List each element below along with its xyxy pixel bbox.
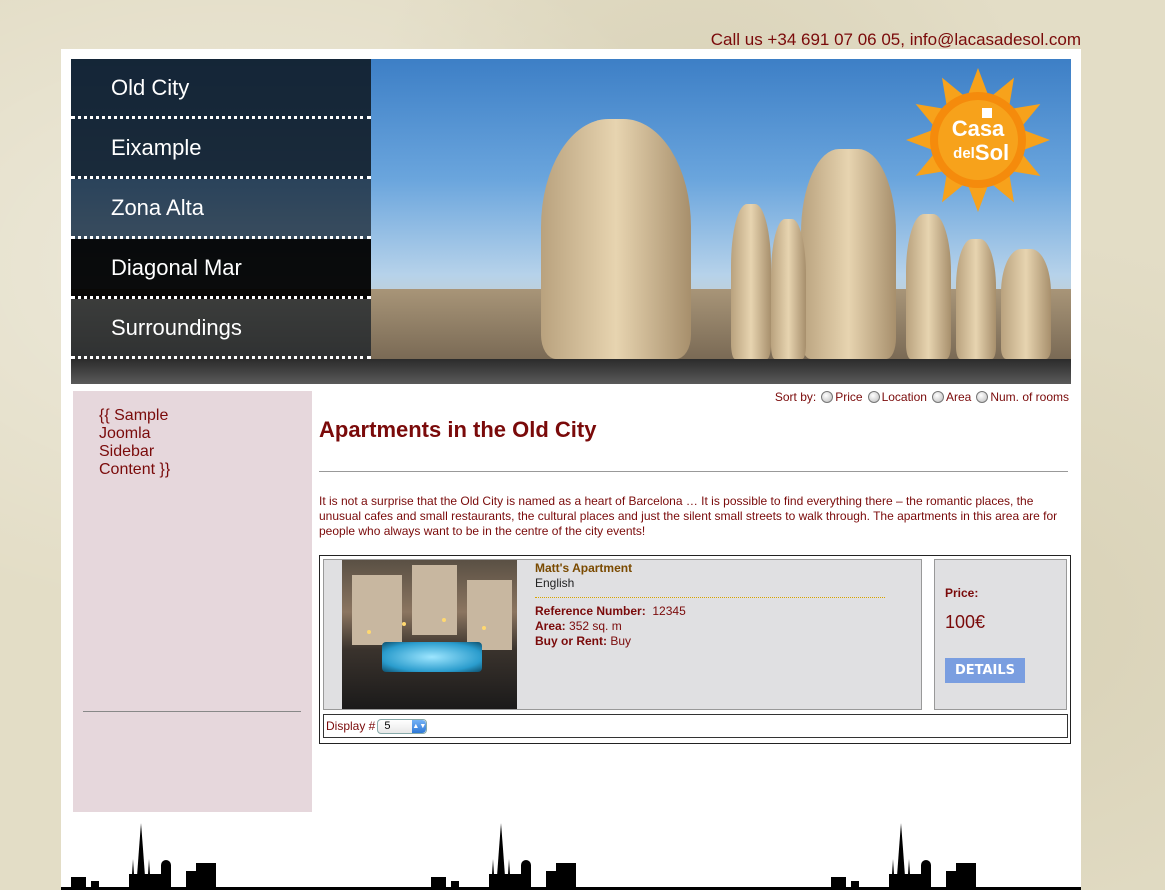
menu-item-zona-alta[interactable]: Zona Alta xyxy=(71,179,371,239)
barcelona-skyline-silhouette xyxy=(61,823,1081,890)
header-divider-bar xyxy=(71,359,1071,384)
sort-area-radio[interactable] xyxy=(931,391,944,403)
sort-rooms-radio[interactable] xyxy=(976,391,989,403)
sort-price-radio[interactable] xyxy=(821,391,834,403)
price-value: 100€ xyxy=(945,612,986,632)
price-panel: Price: 100€ DETAILS xyxy=(934,559,1067,710)
price-label: Price: xyxy=(945,586,979,600)
svg-text:Casa: Casa xyxy=(952,116,1005,141)
casa-del-sol-logo[interactable]: Casa del Sol xyxy=(903,65,1053,215)
chimney-sculpture-image xyxy=(1001,249,1051,359)
chimney-sculpture-image xyxy=(801,149,896,359)
menu-item-diagonal-mar[interactable]: Diagonal Mar xyxy=(71,239,371,299)
sidebar-divider xyxy=(83,711,301,712)
intro-text: It is not a surprise that the Old City i… xyxy=(319,494,1058,538)
chimney-sculpture-image xyxy=(906,214,951,359)
chimney-sculpture-image xyxy=(541,119,691,359)
contact-info: Call us +34 691 07 06 05, info@lacasades… xyxy=(710,30,1081,49)
menu-item-old-city[interactable]: Old City xyxy=(71,59,371,119)
listing-info: Matt's Apartment English Reference Numbe… xyxy=(535,560,895,649)
apartment-name[interactable]: Matt's Apartment xyxy=(535,561,895,575)
apartment-photo[interactable] xyxy=(342,560,517,709)
chimney-sculpture-image xyxy=(771,219,806,359)
chimney-sculpture-image xyxy=(956,239,996,359)
buy-rent-row: Buy or Rent: Buy xyxy=(535,634,632,648)
page-title: Apartments in the Old City xyxy=(319,417,597,442)
sort-bar: Sort by: Price Location Area Num. of roo… xyxy=(775,390,1069,404)
menu-item-eixample[interactable]: Eixample xyxy=(71,119,371,179)
chimney-sculpture-image xyxy=(731,204,771,359)
sort-area-label[interactable]: Area xyxy=(946,390,971,404)
info-divider xyxy=(535,597,885,598)
page-container: Old City Eixample Zona Alta Diagonal Mar… xyxy=(61,49,1081,890)
sidebar-content: {{ Sample Joomla Sidebar Content }} xyxy=(99,407,171,478)
sort-location-radio[interactable] xyxy=(867,391,880,403)
header-banner: Old City Eixample Zona Alta Diagonal Mar… xyxy=(71,59,1071,359)
sort-label: Sort by: xyxy=(774,390,817,404)
sort-rooms-label[interactable]: Num. of rooms xyxy=(990,390,1069,404)
reference-row: Reference Number: 12345 xyxy=(535,604,686,618)
apartment-language: English xyxy=(535,576,575,590)
listing-details-panel: Matt's Apartment English Reference Numbe… xyxy=(323,559,922,710)
details-button[interactable]: DETAILS xyxy=(945,658,1025,683)
svg-text:del: del xyxy=(953,145,975,162)
sort-price-label[interactable]: Price xyxy=(835,390,862,404)
sidebar: {{ Sample Joomla Sidebar Content }} xyxy=(73,391,312,812)
display-count-select[interactable]: 5 ▲▼ xyxy=(377,718,428,734)
svg-text:Sol: Sol xyxy=(975,140,1009,165)
area-row: Area: 352 sq. m xyxy=(535,619,622,633)
pagination-row: Display # 5 ▲▼ xyxy=(323,714,1068,738)
sort-location-label[interactable]: Location xyxy=(882,390,927,404)
chevron-updown-icon: ▲▼ xyxy=(412,719,427,733)
display-label: Display # xyxy=(326,719,376,733)
apartment-listing: Matt's Apartment English Reference Numbe… xyxy=(319,555,1071,744)
title-divider xyxy=(319,471,1068,472)
district-menu: Old City Eixample Zona Alta Diagonal Mar… xyxy=(71,59,371,359)
menu-item-surroundings[interactable]: Surroundings xyxy=(71,299,371,359)
